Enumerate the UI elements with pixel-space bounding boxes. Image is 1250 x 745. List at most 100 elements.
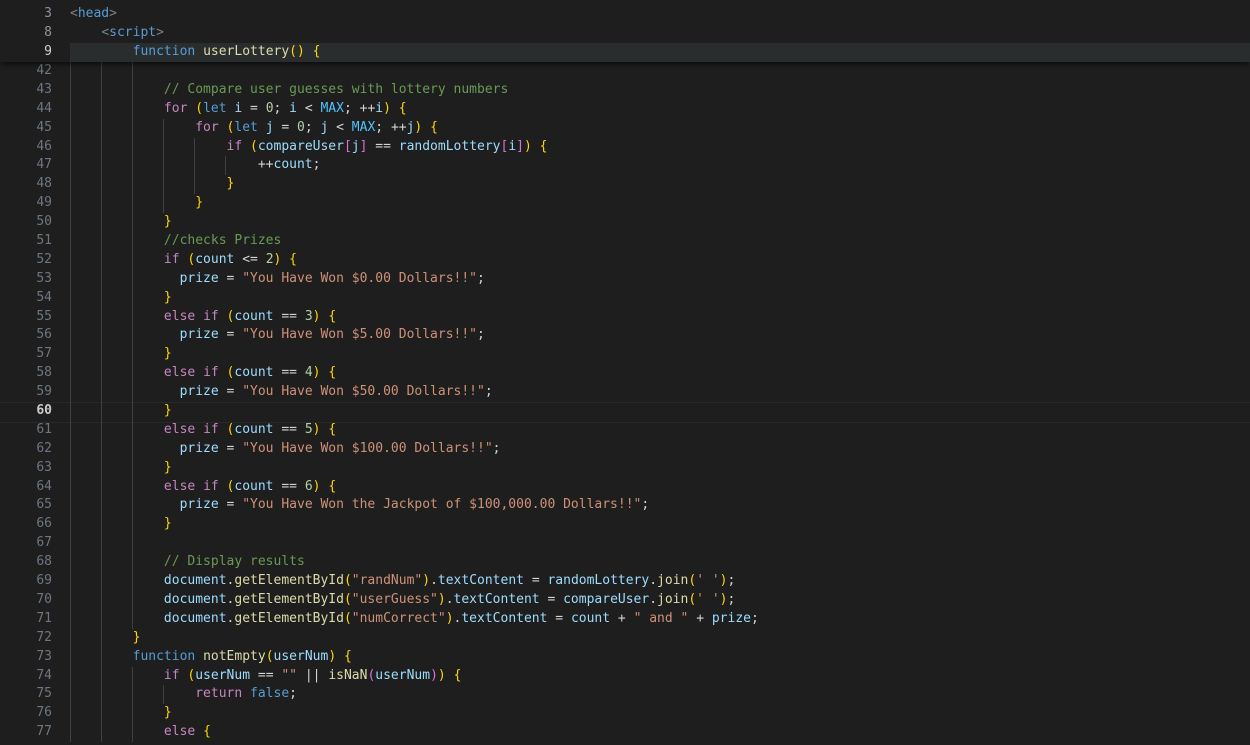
line-number: 59	[36, 384, 52, 400]
code-text: else if (count == 4) {	[163, 365, 337, 381]
editor-line[interactable]: 68 // Display results	[0, 553, 1250, 573]
editor-line[interactable]: 43 // Compare user guesses with lottery …	[0, 80, 1250, 100]
line-number: 69	[36, 573, 52, 589]
code-text: prize = "You Have Won $0.00 Dollars!!";	[179, 270, 485, 286]
code-text: for (let j = 0; j < MAX; ++j) {	[195, 119, 438, 135]
line-number: 8	[44, 24, 52, 40]
editor-line[interactable]: 58 else if (count == 4) {	[0, 364, 1250, 384]
line-number: 64	[36, 478, 52, 494]
line-number: 54	[36, 289, 52, 305]
line-number: 42	[36, 63, 52, 78]
code-content-area[interactable]: 42 43 // Compare user guesses with lotter…	[0, 62, 1250, 745]
line-number: 67	[36, 535, 52, 551]
code-editor[interactable]: 3 <head> 8 <script> 9 function userLottery(…	[0, 0, 1250, 745]
code-text: }	[163, 403, 172, 419]
line-number: 63	[36, 459, 52, 475]
line-number: 45	[36, 119, 52, 135]
editor-line[interactable]: 63 }	[0, 458, 1250, 478]
code-text: else if (count == 3) {	[163, 308, 337, 324]
line-number: 9	[44, 43, 52, 59]
editor-line[interactable]: 70 document.getElementById("userGuess").…	[0, 590, 1250, 610]
code-text: ++count;	[257, 157, 321, 173]
code-text: for (let i = 0; i < MAX; ++i) {	[163, 100, 407, 116]
code-text: document.getElementById("userGuess").tex…	[163, 591, 736, 607]
code-text: prize = "You Have Won $50.00 Dollars!!";	[179, 384, 493, 400]
editor-line[interactable]: 50 }	[0, 213, 1250, 233]
line-number: 3	[44, 6, 52, 21]
indent-guide	[70, 534, 71, 554]
code-text: return false;	[195, 686, 297, 702]
editor-line[interactable]: 74 if (userNum == "" || isNaN(userNum)) …	[0, 666, 1250, 686]
line-number: 55	[36, 308, 52, 324]
editor-line[interactable]: 73 function notEmpty(userNum) {	[0, 647, 1250, 667]
editor-line[interactable]: 53 prize = "You Have Won $0.00 Dollars!!…	[0, 269, 1250, 289]
indent-guide	[132, 62, 134, 81]
line-number: 48	[36, 176, 52, 192]
code-text: else if (count == 6) {	[163, 478, 337, 494]
sticky-line-8[interactable]: 8 <script>	[0, 24, 1250, 43]
editor-line[interactable]: 46 if (compareUser[j] == randomLottery[i…	[0, 137, 1250, 157]
line-number: 65	[36, 497, 52, 513]
sticky-line-9[interactable]: 9 function userLottery() {	[0, 42, 1250, 62]
line-number: 73	[36, 648, 52, 664]
code-text: function notEmpty(userNum) {	[132, 648, 352, 664]
code-text: <script>	[101, 24, 164, 40]
sticky-line-3[interactable]: 3 <head>	[0, 5, 1250, 24]
line-number: 49	[36, 195, 52, 211]
line-number: 50	[36, 214, 52, 230]
code-text: prize = "You Have Won $100.00 Dollars!!"…	[179, 440, 501, 456]
editor-line[interactable]: 52 if (count <= 2) {	[0, 250, 1250, 270]
line-number: 74	[36, 667, 52, 683]
editor-line[interactable]: 44 for (let i = 0; i < MAX; ++i) {	[0, 99, 1250, 119]
sticky-scroll-header[interactable]: 3 <head> 8 <script> 9 function userLottery(…	[0, 0, 1250, 62]
editor-line[interactable]: 42	[0, 62, 1250, 81]
editor-line[interactable]: 67	[0, 534, 1250, 554]
code-text: }	[163, 459, 172, 475]
editor-line[interactable]: 55 else if (count == 3) {	[0, 307, 1250, 327]
editor-line[interactable]: 57 }	[0, 345, 1250, 365]
editor-line[interactable]: 59 prize = "You Have Won $50.00 Dollars!…	[0, 383, 1250, 403]
editor-line[interactable]: 56 prize = "You Have Won $5.00 Dollars!!…	[0, 326, 1250, 346]
editor-line[interactable]: 72 }	[0, 628, 1250, 648]
editor-line[interactable]: 71 document.getElementById("numCorrect")…	[0, 609, 1250, 629]
line-number: 70	[36, 591, 52, 607]
editor-line[interactable]: 45 for (let j = 0; j < MAX; ++j) {	[0, 118, 1250, 138]
editor-line[interactable]: 48 }	[0, 175, 1250, 195]
editor-line[interactable]: 65 prize = "You Have Won the Jackpot of …	[0, 496, 1250, 516]
indent-guide	[70, 62, 71, 81]
code-text: prize = "You Have Won $5.00 Dollars!!";	[179, 327, 485, 343]
editor-line[interactable]: 60 }	[0, 402, 1250, 423]
line-number: 61	[36, 421, 52, 437]
editor-line[interactable]: 75 return false;	[0, 685, 1250, 705]
code-text: }	[163, 346, 172, 362]
line-number: 57	[36, 346, 52, 362]
line-number: 68	[36, 554, 52, 570]
line-number: 51	[36, 233, 52, 249]
editor-line[interactable]: 76 }	[0, 704, 1250, 724]
editor-line[interactable]: 77 else {	[0, 723, 1250, 743]
line-number: 53	[36, 270, 52, 286]
code-text: if (compareUser[j] == randomLottery[i]) …	[226, 138, 548, 154]
editor-line[interactable]: 62 prize = "You Have Won $100.00 Dollars…	[0, 439, 1250, 459]
editor-line[interactable]: 64 else if (count == 6) {	[0, 477, 1250, 497]
code-text: }	[163, 289, 172, 305]
editor-line[interactable]: 66 }	[0, 515, 1250, 535]
code-text: // Display results	[163, 554, 305, 570]
editor-line[interactable]: 54 }	[0, 288, 1250, 308]
line-number: 47	[36, 157, 52, 173]
code-text: }	[132, 629, 141, 645]
editor-line[interactable]: 47 ++count;	[0, 156, 1250, 176]
editor-line[interactable]: 49 }	[0, 194, 1250, 214]
line-number: 56	[36, 327, 52, 343]
editor-line[interactable]: 51 //checks Prizes	[0, 232, 1250, 251]
line-number: 44	[36, 100, 52, 116]
code-text: }	[163, 214, 172, 230]
editor-line[interactable]: 61 else if (count == 5) {	[0, 420, 1250, 440]
line-number: 77	[36, 724, 52, 740]
line-number: 52	[36, 251, 52, 267]
editor-line[interactable]: 69 document.getElementById("randNum").te…	[0, 572, 1250, 591]
line-number: 43	[36, 81, 52, 97]
code-text: }	[163, 516, 172, 532]
indent-guide	[101, 62, 102, 81]
line-number: 46	[36, 138, 52, 154]
